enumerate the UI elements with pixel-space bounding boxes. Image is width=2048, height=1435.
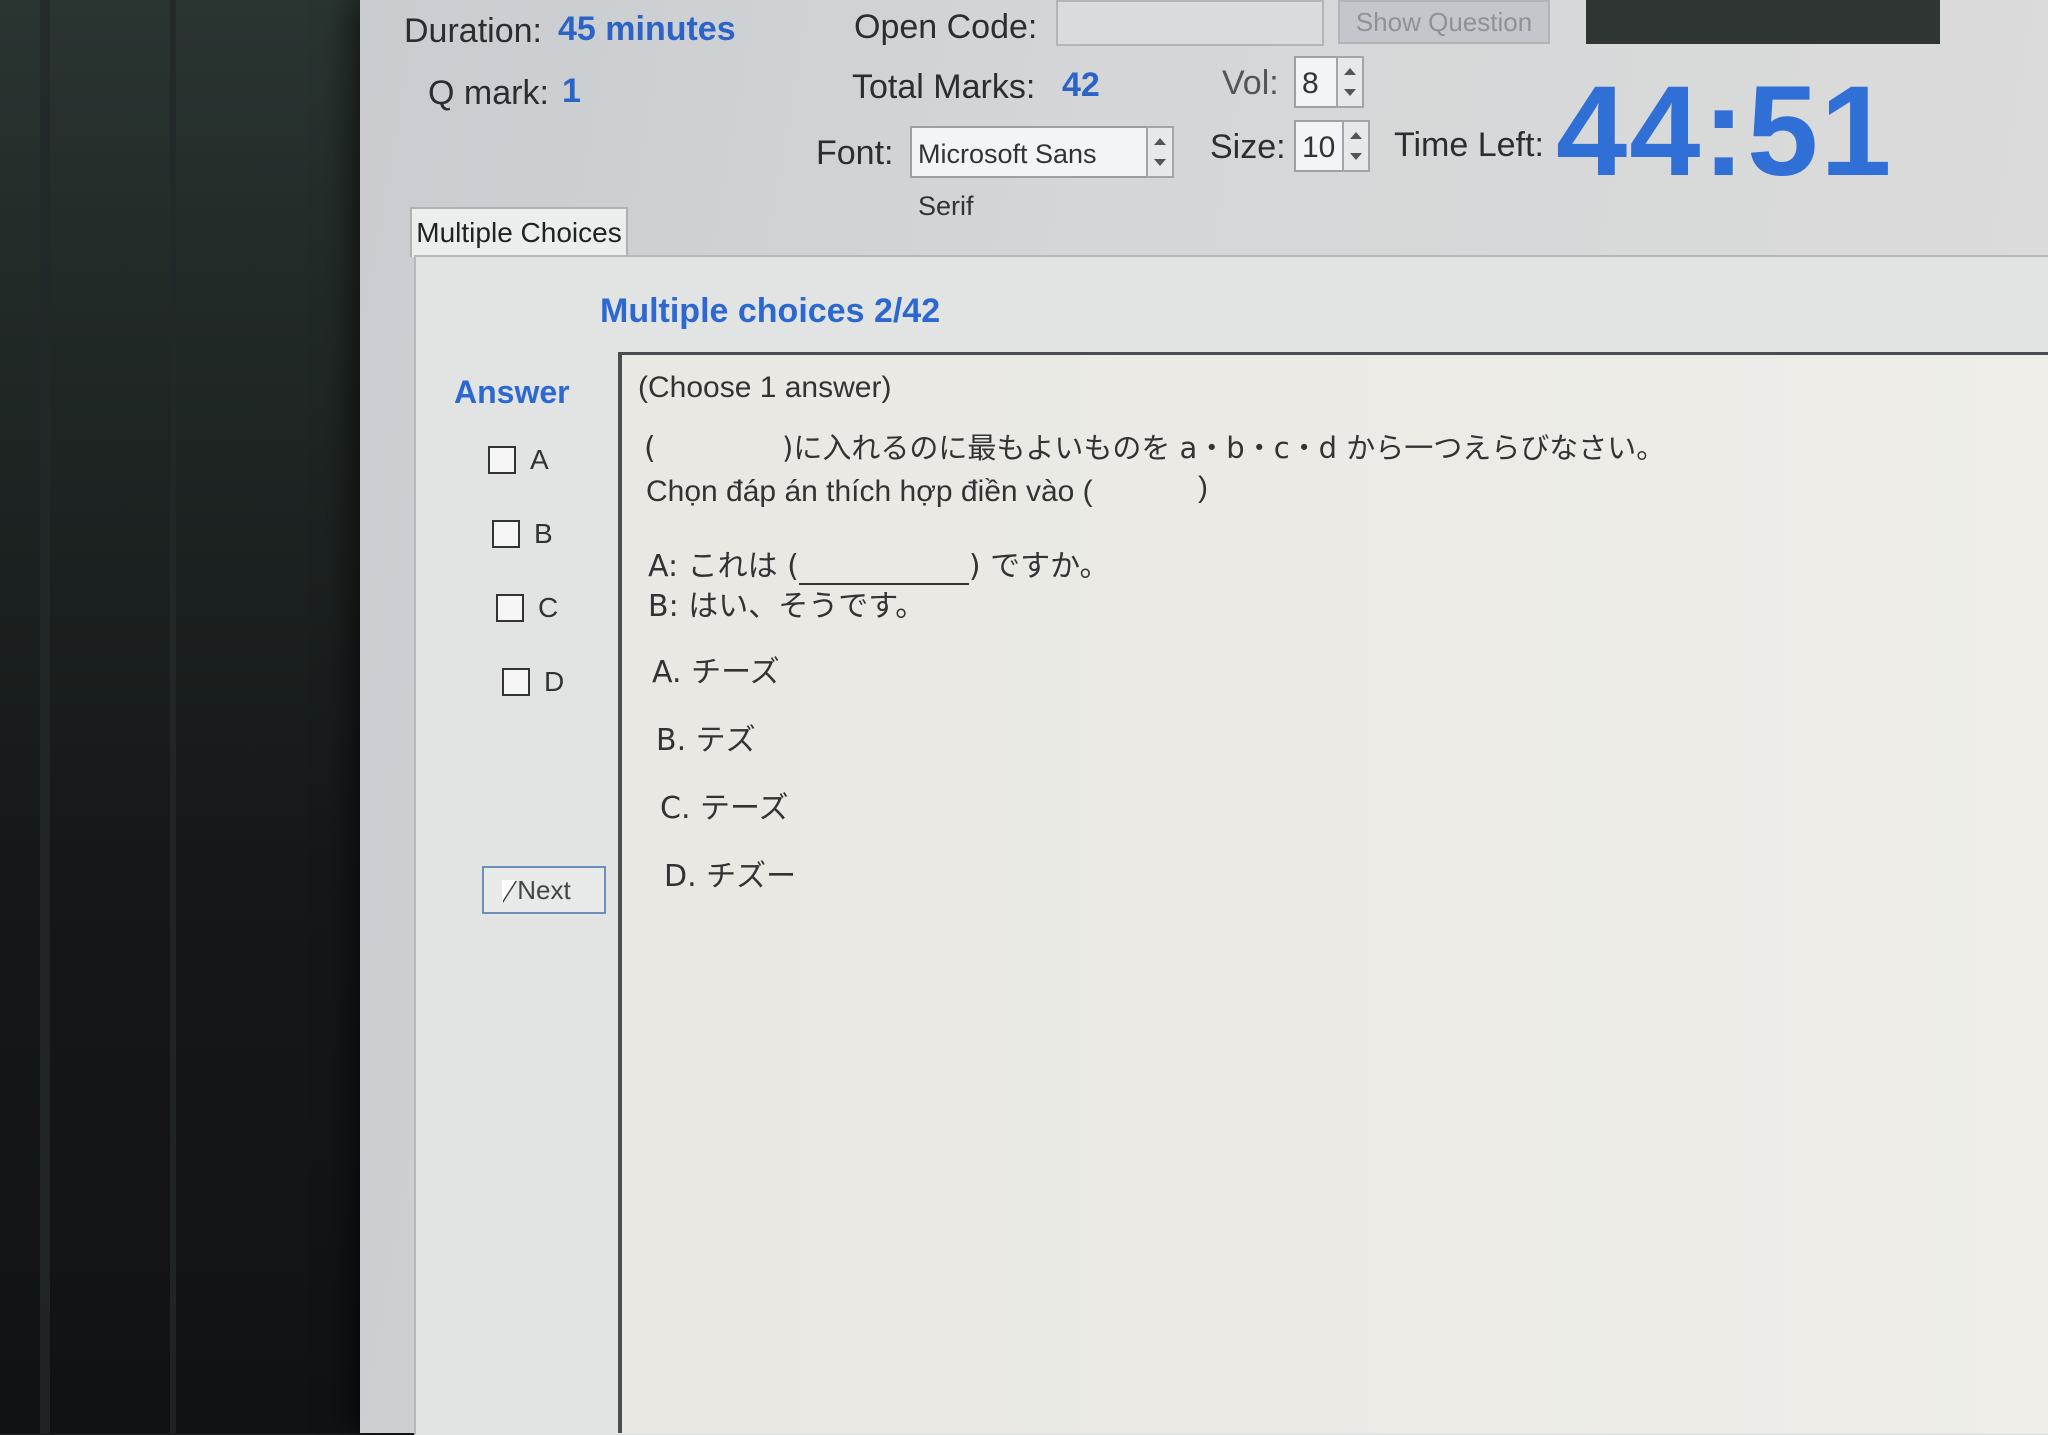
total-marks-label: Total Marks: bbox=[852, 68, 1036, 106]
checkbox-a[interactable] bbox=[488, 446, 516, 474]
dialogue-line-a: A: これは ( ) ですか。 bbox=[648, 541, 1110, 585]
bezel-stripe bbox=[40, 0, 50, 1433]
answer-option-a[interactable]: A bbox=[488, 444, 549, 476]
page-title: Multiple choices 2/42 bbox=[600, 292, 941, 330]
tab-multiple-choices[interactable]: Multiple Choices bbox=[410, 207, 628, 257]
open-code-label: Open Code: bbox=[854, 8, 1038, 46]
open-code-input[interactable] bbox=[1056, 0, 1324, 46]
next-button[interactable]: Next bbox=[482, 866, 606, 914]
question-panel: (Choose 1 answer) ( )に入れるのに最もよいものを a・b・c… bbox=[618, 352, 2048, 1433]
answer-option-d[interactable]: D bbox=[502, 666, 564, 698]
choice-a: A. チーズ bbox=[652, 655, 780, 690]
spin-down-icon bbox=[1344, 89, 1356, 96]
time-left-timer: 44:51 bbox=[1556, 60, 1894, 203]
vol-input[interactable]: 8 bbox=[1294, 56, 1338, 108]
question-instruction: (Choose 1 answer) bbox=[638, 371, 892, 404]
vn-prompt: Chọn đáp án thích hợp điền vào ( bbox=[646, 475, 1093, 508]
option-label: A bbox=[530, 444, 549, 475]
choice-d: D. チズー bbox=[664, 859, 797, 894]
size-input[interactable]: 10 bbox=[1294, 120, 1344, 172]
checkbox-d[interactable] bbox=[502, 668, 530, 696]
spin-up-icon bbox=[1350, 132, 1362, 139]
time-left-label: Time Left: bbox=[1394, 126, 1544, 164]
font-spinner[interactable] bbox=[1146, 126, 1174, 178]
option-label: B bbox=[534, 518, 553, 549]
checkbox-c[interactable] bbox=[496, 594, 524, 622]
dialogue-a-prefix: A: これは ( bbox=[648, 549, 799, 584]
header-dark-block bbox=[1586, 0, 1940, 44]
option-label: D bbox=[544, 666, 565, 697]
bezel-stripe bbox=[170, 0, 176, 1433]
option-label: C bbox=[538, 592, 559, 623]
total-marks-value: 42 bbox=[1062, 66, 1100, 104]
choice-b: B. テズ bbox=[656, 723, 756, 758]
show-question-button[interactable]: Show Question bbox=[1338, 0, 1550, 44]
size-spinner[interactable] bbox=[1342, 120, 1370, 172]
choice-c: C. テーズ bbox=[660, 791, 789, 826]
answer-option-c[interactable]: C bbox=[496, 592, 558, 624]
jp-prompt: )に入れるのに最もよいものを a・b・c・d から一つえらびなさい。 bbox=[782, 431, 1666, 465]
vol-label: Vol: bbox=[1222, 64, 1279, 102]
checkbox-b[interactable] bbox=[492, 520, 520, 548]
duration-value: 45 minutes bbox=[558, 10, 736, 48]
dialogue-a-suffix: ) ですか。 bbox=[968, 549, 1110, 584]
jp-prompt-open: ( bbox=[644, 431, 656, 466]
spin-down-icon bbox=[1154, 159, 1166, 166]
size-label: Size: bbox=[1210, 128, 1286, 166]
spin-up-icon bbox=[1344, 68, 1356, 75]
vol-spinner[interactable] bbox=[1336, 56, 1364, 108]
spin-down-icon bbox=[1350, 153, 1362, 160]
font-label: Font: bbox=[816, 134, 894, 172]
font-select[interactable]: Microsoft Sans Serif bbox=[910, 126, 1148, 221]
vn-prompt-close: ) bbox=[1198, 471, 1208, 504]
spin-up-icon bbox=[1154, 138, 1166, 145]
answer-heading: Answer bbox=[454, 374, 570, 410]
duration-label: Duration: bbox=[404, 12, 542, 50]
monitor-bezel bbox=[0, 0, 380, 1433]
dialogue-line-b: B: はい、そうです。 bbox=[648, 589, 926, 624]
qmark-value: 1 bbox=[562, 72, 581, 110]
mouse-cursor-icon bbox=[502, 880, 516, 902]
qmark-label: Q mark: bbox=[428, 74, 549, 112]
answer-option-b[interactable]: B bbox=[492, 518, 553, 550]
